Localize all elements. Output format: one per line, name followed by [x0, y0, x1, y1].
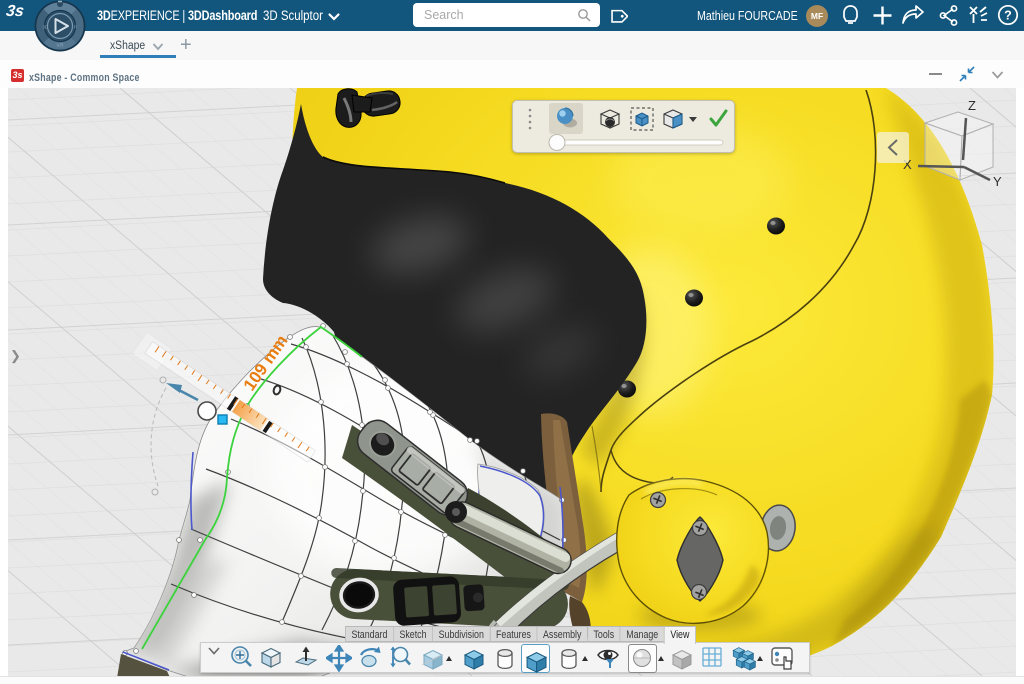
svg-text:V.R: V.R	[56, 43, 64, 48]
svg-text:P: P	[74, 25, 77, 30]
svg-text:Z: Z	[968, 98, 976, 113]
svg-text:?: ?	[1004, 9, 1012, 23]
svg-text:Y: Y	[993, 174, 1002, 189]
svg-text:3D: 3D	[43, 25, 50, 30]
